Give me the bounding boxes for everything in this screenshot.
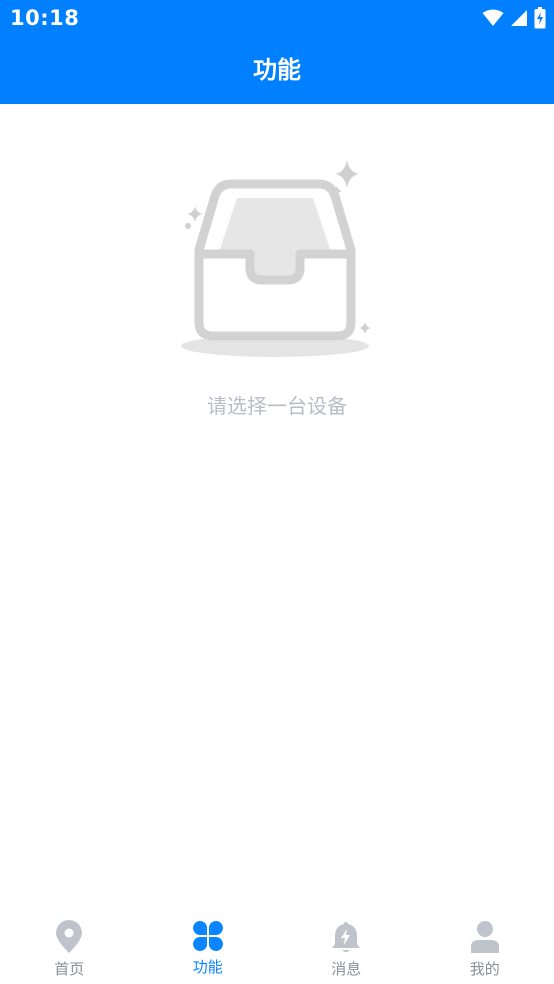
empty-state-message: 请选择一台设备 xyxy=(207,394,347,418)
bell-lightning-icon xyxy=(332,922,361,952)
tab-messages[interactable]: 消息 xyxy=(277,904,416,984)
status-icons xyxy=(482,7,546,29)
tab-label: 消息 xyxy=(331,960,362,978)
wifi-icon xyxy=(482,9,504,26)
empty-inbox-icon xyxy=(181,160,371,357)
bottom-tab-bar: 首页 功能 消息 我的 xyxy=(0,904,554,984)
tab-label: 功能 xyxy=(192,958,223,976)
tab-profile[interactable]: 我的 xyxy=(416,904,554,984)
tab-label: 我的 xyxy=(469,960,500,978)
tab-functions[interactable]: 功能 xyxy=(139,904,278,984)
user-icon xyxy=(470,921,499,953)
status-time: 10:18 xyxy=(10,6,80,30)
empty-state: 请选择一台设备 xyxy=(0,150,554,419)
location-pin-icon xyxy=(56,920,83,953)
four-petal-grid-icon xyxy=(192,921,223,951)
battery-charging-icon xyxy=(534,7,546,29)
app-screen: 10:18 功能 请选择一台设备 首页 功能 消息 我的 xyxy=(0,0,554,984)
tab-label: 首页 xyxy=(54,960,85,978)
app-header: 10:18 功能 xyxy=(0,0,554,104)
tab-home[interactable]: 首页 xyxy=(0,904,139,984)
page-title: 功能 xyxy=(253,56,301,84)
cellular-signal-icon xyxy=(511,10,527,26)
